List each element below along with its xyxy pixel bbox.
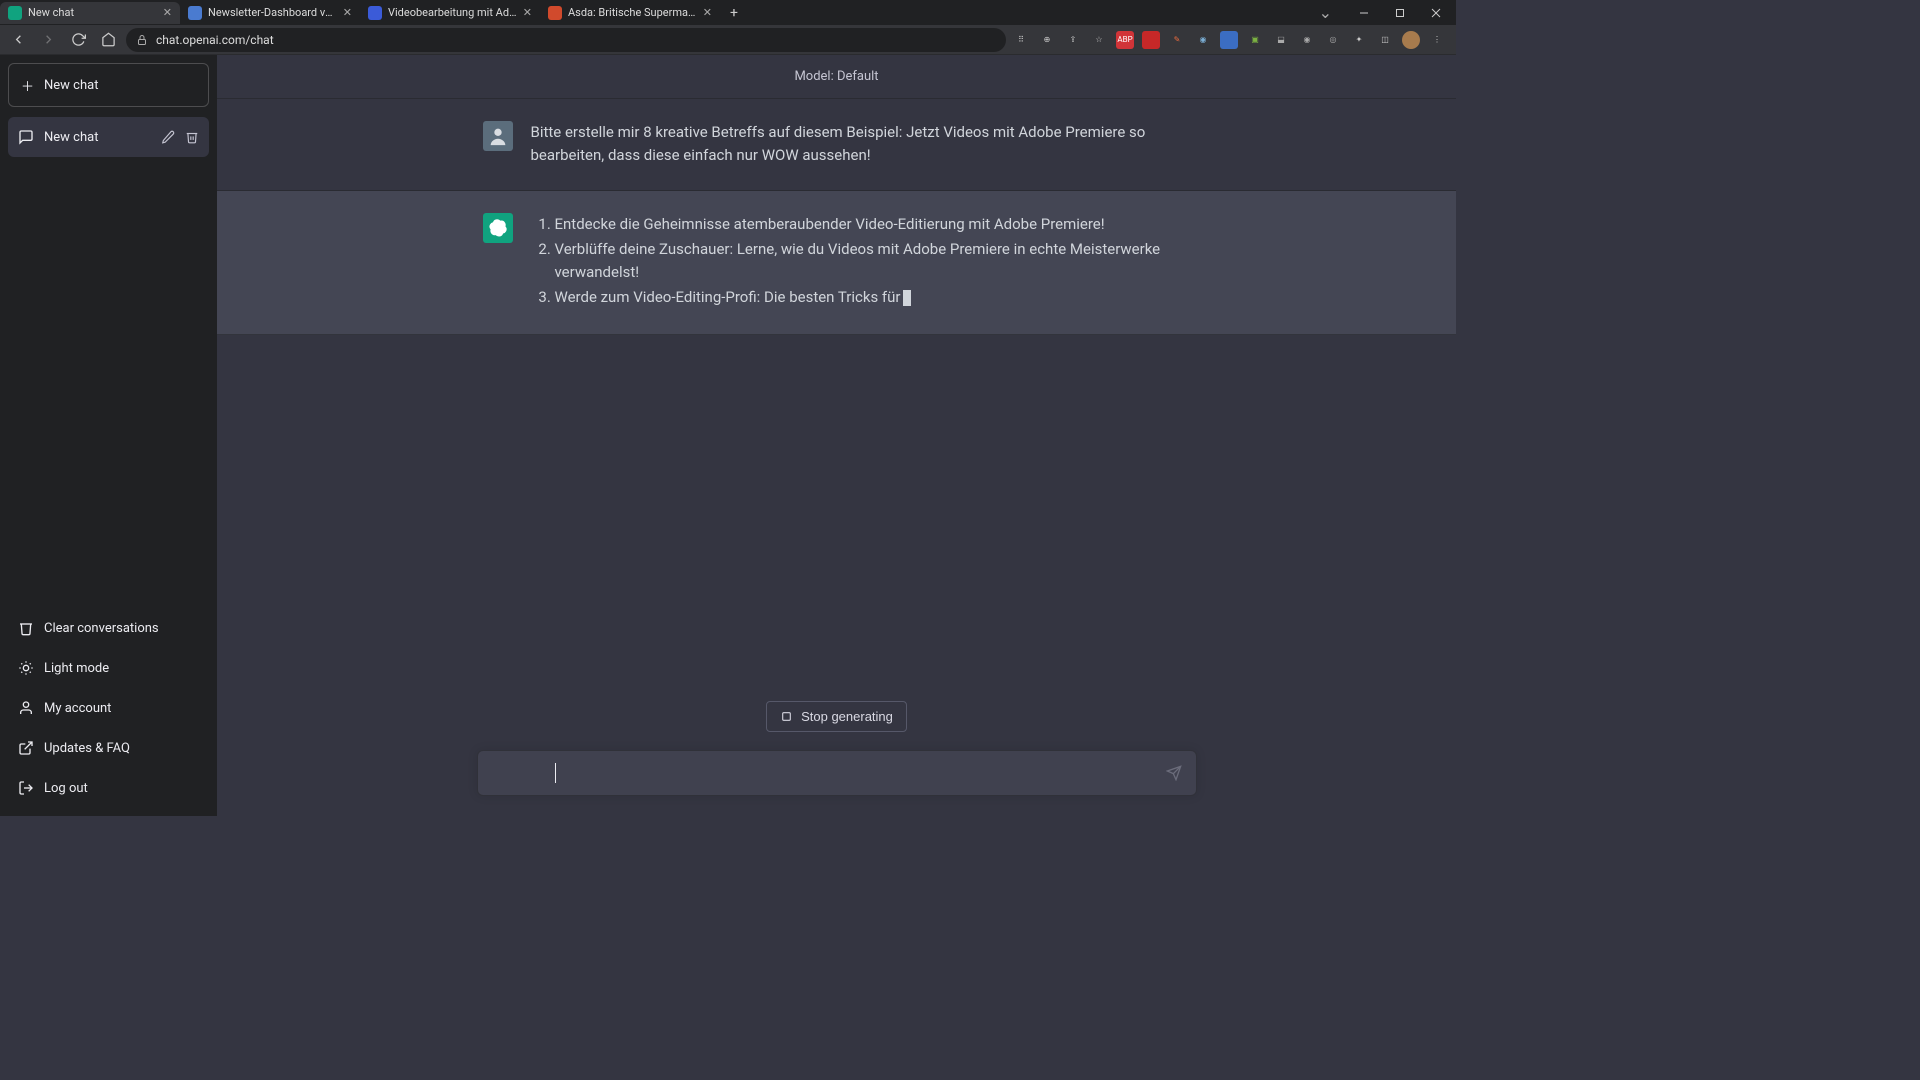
updates-label: Updates & FAQ	[44, 741, 130, 756]
clear-conversations-button[interactable]: Clear conversations	[8, 608, 209, 648]
logout-button[interactable]: Log out	[8, 768, 209, 808]
main-content: Model: Default Bitte erstelle mir 8 krea…	[217, 55, 1456, 816]
stop-icon	[780, 710, 793, 723]
star-icon[interactable]: ☆	[1090, 31, 1108, 49]
tab-title: Asda: Britische Supermarktkette	[568, 6, 697, 19]
model-label: Model: Default	[217, 55, 1456, 99]
home-button[interactable]	[96, 28, 120, 52]
new-chat-button[interactable]: ＋ New chat	[8, 63, 209, 107]
back-button[interactable]	[6, 28, 30, 52]
assistant-avatar	[483, 213, 513, 243]
my-account-button[interactable]: My account	[8, 688, 209, 728]
browser-toolbar: chat.openai.com/chat ⠿ ⊕ ⇪ ☆ ABP ✎ ◉ ▣ ⬓…	[0, 25, 1456, 55]
extension-icon[interactable]: ⬓	[1272, 31, 1290, 49]
conversation-item[interactable]: New chat	[8, 117, 209, 157]
external-link-icon	[18, 740, 34, 756]
lock-icon	[136, 34, 148, 46]
browser-tab[interactable]: Newsletter-Dashboard von 4eck ✕	[180, 2, 360, 24]
reload-button[interactable]	[66, 28, 90, 52]
generating-cursor	[903, 290, 911, 306]
forward-button[interactable]	[36, 28, 60, 52]
chat-icon	[18, 129, 34, 145]
new-chat-label: New chat	[44, 78, 98, 93]
send-button[interactable]	[1163, 762, 1185, 784]
user-icon	[18, 700, 34, 716]
list-item: Werde zum Video-Editing-Profi: Die beste…	[555, 286, 1191, 309]
light-mode-label: Light mode	[44, 661, 109, 676]
menu-button[interactable]: ⋮	[1428, 31, 1446, 49]
window-titlebar: New chat ✕ Newsletter-Dashboard von 4eck…	[0, 0, 1456, 25]
close-icon[interactable]: ✕	[703, 6, 712, 19]
extension-icon[interactable]: ABP	[1116, 31, 1134, 49]
zoom-icon[interactable]: ⊕	[1038, 31, 1056, 49]
user-avatar	[483, 121, 513, 151]
maximize-button[interactable]	[1382, 2, 1418, 24]
user-message-text: Bitte erstelle mir 8 kreative Betreffs a…	[531, 121, 1191, 168]
extension-icons: ⠿ ⊕ ⇪ ☆ ABP ✎ ◉ ▣ ⬓ ◉ ◎ ✦ ◫ ⋮	[1012, 31, 1450, 49]
conversation-title: New chat	[44, 130, 98, 145]
close-icon[interactable]: ✕	[163, 6, 172, 19]
extension-icon[interactable]	[1142, 31, 1160, 49]
list-item-text: Werde zum Video-Editing-Profi: Die beste…	[555, 288, 901, 306]
user-message: Bitte erstelle mir 8 kreative Betreffs a…	[217, 99, 1456, 191]
browser-tab[interactable]: Asda: Britische Supermarktkette ✕	[540, 2, 720, 24]
stop-generating-button[interactable]: Stop generating	[766, 701, 907, 732]
list-item: Verblüffe deine Zuschauer: Lerne, wie du…	[555, 238, 1191, 285]
assistant-list: Entdecke die Geheimnisse atemberaubender…	[531, 213, 1191, 310]
plus-icon: ＋	[21, 76, 34, 95]
tab-title: Newsletter-Dashboard von 4eck	[208, 6, 337, 19]
sidepanel-icon[interactable]: ◫	[1376, 31, 1394, 49]
extensions-menu-icon[interactable]: ✦	[1350, 31, 1368, 49]
account-label: My account	[44, 701, 111, 716]
send-icon	[1166, 765, 1182, 781]
messages-list: Bitte erstelle mir 8 kreative Betreffs a…	[217, 99, 1456, 701]
updates-faq-button[interactable]: Updates & FAQ	[8, 728, 209, 768]
browser-tab[interactable]: New chat ✕	[0, 2, 180, 24]
edit-icon[interactable]	[161, 130, 175, 144]
close-icon[interactable]: ✕	[343, 6, 352, 19]
new-tab-button[interactable]: +	[720, 5, 748, 21]
minimize-button[interactable]	[1346, 2, 1382, 24]
close-icon[interactable]: ✕	[523, 6, 532, 19]
composer-area: Stop generating	[217, 701, 1456, 816]
assistant-message: Entdecke die Geheimnisse atemberaubender…	[217, 191, 1456, 335]
light-mode-button[interactable]: Light mode	[8, 648, 209, 688]
profile-avatar[interactable]	[1402, 31, 1420, 49]
sun-icon	[18, 660, 34, 676]
extension-icon[interactable]: ◉	[1194, 31, 1212, 49]
extension-icon[interactable]: ✎	[1168, 31, 1186, 49]
extension-icon[interactable]: ◉	[1298, 31, 1316, 49]
logout-label: Log out	[44, 781, 88, 796]
sidebar: ＋ New chat New chat Clear conversations …	[0, 55, 217, 816]
browser-tab[interactable]: Videobearbeitung mit Adobe Pr ✕	[360, 2, 540, 24]
extension-icon[interactable]	[1220, 31, 1238, 49]
trash-icon[interactable]	[185, 130, 199, 144]
clear-label: Clear conversations	[44, 621, 159, 636]
address-bar[interactable]: chat.openai.com/chat	[126, 28, 1006, 52]
logout-icon	[18, 780, 34, 796]
close-window-button[interactable]	[1418, 2, 1454, 24]
model-text: Model: Default	[794, 69, 878, 84]
chevron-down-icon[interactable]: ⌄	[1319, 3, 1332, 22]
tab-title: New chat	[28, 6, 157, 19]
extension-icon[interactable]: ▣	[1246, 31, 1264, 49]
translate-icon[interactable]: ⠿	[1012, 31, 1030, 49]
message-input[interactable]	[477, 750, 1197, 796]
share-icon[interactable]: ⇪	[1064, 31, 1082, 49]
list-item: Entdecke die Geheimnisse atemberaubender…	[555, 213, 1191, 236]
tab-title: Videobearbeitung mit Adobe Pr	[388, 6, 517, 19]
input-caret	[555, 763, 556, 783]
extension-icon[interactable]: ◎	[1324, 31, 1342, 49]
stop-label: Stop generating	[801, 709, 893, 724]
url-text: chat.openai.com/chat	[156, 33, 274, 47]
trash-icon	[18, 620, 34, 636]
